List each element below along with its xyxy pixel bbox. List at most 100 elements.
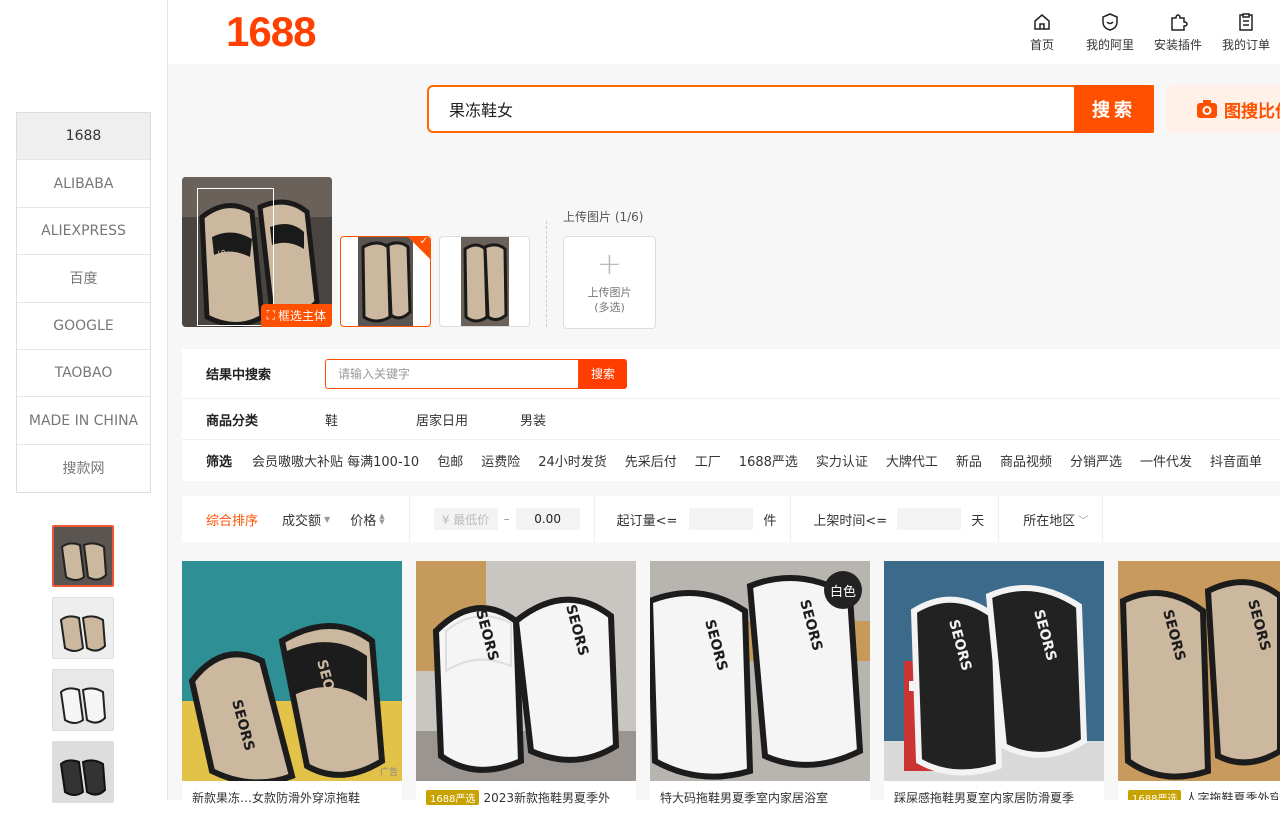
home-icon <box>1034 14 1050 30</box>
history-thumb[interactable] <box>52 669 114 731</box>
product-card[interactable]: SEORS SEORS 1688严选 人字拖鞋夏季外穿 <box>1118 561 1280 800</box>
keyword-input[interactable]: 请输入关键字 <box>325 358 579 389</box>
filter-tag[interactable]: 先采后付 <box>625 451 677 470</box>
sort-arrows-icon: ▲ ▼ <box>379 512 385 526</box>
sort-volume[interactable]: 成交额 ▼ <box>282 510 330 529</box>
search-box <box>427 85 1154 133</box>
ad-label: 广告 <box>379 768 398 778</box>
crop-subject-label: 框选主体 <box>277 309 326 323</box>
user-shield-icon <box>1102 13 1118 31</box>
nav-my-orders-label: 我的订单 <box>1221 38 1270 52</box>
product-card[interactable]: SEORS SEORS 广告 新款果冻…女款防滑外穿凉拖鞋 <box>182 561 402 805</box>
product-card[interactable]: SEORS SEORS 踩屎感拖鞋男夏室内家居防滑夏季 <box>884 561 1104 805</box>
search-input[interactable] <box>429 89 1059 129</box>
moq-input[interactable] <box>689 508 754 530</box>
filter-tag[interactable]: 会员嗷嗷大补贴 每满100-10 <box>252 451 419 470</box>
filter-tag[interactable]: 1688严选 <box>739 451 798 470</box>
site-logo[interactable]: 1688 <box>226 8 316 56</box>
cropped-subject-thumb[interactable]: ✓ <box>340 236 431 327</box>
filter-tag[interactable]: 抖音面单 <box>1210 451 1262 470</box>
filter-tag[interactable]: 一件代发 <box>1140 451 1192 470</box>
nav-my-ali[interactable]: 我的阿里 <box>1076 12 1144 53</box>
engine-made-in-china[interactable]: MADE IN CHINA <box>17 397 150 445</box>
sort-comprehensive[interactable]: 综合排序 <box>206 510 258 529</box>
product-title[interactable]: 特大码拖鞋男夏季室内家居浴室 <box>660 789 865 806</box>
nav-my-orders[interactable]: 我的订单 <box>1212 12 1280 53</box>
keyword-search-button[interactable]: 搜索 <box>579 358 627 389</box>
history-thumb[interactable] <box>52 525 114 587</box>
history-thumbnails <box>52 525 116 813</box>
image-compare-button[interactable]: 图搜比价 <box>1166 85 1280 133</box>
engine-alibaba[interactable]: ALIBABA <box>17 160 150 208</box>
nav-home-label: 首页 <box>1029 38 1054 52</box>
product-image[interactable]: SEORS SEORS <box>416 561 636 781</box>
caret-down-icon: ▼ <box>324 514 331 524</box>
search-in-results-row: 结果中搜索 请输入关键字 搜索 <box>182 349 1280 399</box>
sort-divider <box>1102 496 1104 542</box>
nav-home[interactable]: 首页 <box>1008 12 1076 53</box>
sort-divider <box>593 496 595 542</box>
checkmark-icon: ✓ <box>419 236 428 247</box>
listed-time-label: 上架时间<= <box>813 513 888 529</box>
image-search-row: SEORS ⛶ 框选主体 ✓ 上传图片 (1/6) + 上传图片 (多选) <box>182 177 1272 329</box>
filter-tag[interactable]: 包邮 <box>437 451 463 470</box>
query-image[interactable]: SEORS ⛶ 框选主体 <box>182 177 332 327</box>
upload-image-button[interactable]: + 上传图片 (多选) <box>563 236 656 329</box>
region-dropdown[interactable]: 所在地区 ﹀ <box>1023 510 1088 529</box>
filter-tag[interactable]: 工厂 <box>695 451 721 470</box>
engine-baidu[interactable]: 百度 <box>17 255 150 303</box>
filter-tag[interactable]: 实力认证 <box>816 451 868 470</box>
upload-button-label: 上传图片 <box>587 285 632 299</box>
filter-tag[interactable]: 新品 <box>956 451 982 470</box>
clipboard-icon <box>1239 13 1253 31</box>
product-image[interactable]: SEORS SEORS 白色 <box>650 561 870 781</box>
sort-price[interactable]: 价格 ▲ ▼ <box>350 510 384 529</box>
price-dash: – <box>503 512 510 526</box>
product-card[interactable]: SEORS SEORS 1688严选 2023新款拖鞋男夏季外 <box>416 561 636 805</box>
filter-tag[interactable]: 24小时发货 <box>538 451 607 470</box>
product-image[interactable]: SEORS SEORS <box>1118 561 1280 781</box>
category-label: 商品分类 <box>206 413 259 429</box>
nav-install-plugin-label: 安装插件 <box>1153 38 1202 52</box>
listed-time-input[interactable] <box>897 508 962 530</box>
engine-taobao[interactable]: TAOBAO <box>17 350 150 398</box>
product-title[interactable]: 踩屎感拖鞋男夏室内家居防滑夏季 <box>894 789 1099 806</box>
engine-google[interactable]: GOOGLE <box>17 303 150 350</box>
product-title[interactable]: 1688严选 人字拖鞋夏季外穿 <box>1128 789 1278 800</box>
filter-tag[interactable]: 分销严选 <box>1070 451 1122 470</box>
main-content: 1688 首页 我的阿里 安装插件 我的订单 搜索 图搜比价 <box>168 0 1280 805</box>
engine-1688[interactable]: 1688 <box>17 113 150 161</box>
filter-tag[interactable]: 大牌代工 <box>886 451 938 470</box>
crop-icon: ⛶ <box>266 308 275 322</box>
min-price-input[interactable]: ¥ 最低价 <box>433 508 498 530</box>
category-item[interactable]: 鞋 <box>325 410 338 429</box>
listed-time-unit: 天 <box>971 513 985 529</box>
engine-soukuan[interactable]: 搜款网 <box>17 445 150 492</box>
upload-divider <box>546 221 547 327</box>
moq-unit: 件 <box>763 513 777 529</box>
product-image[interactable]: SEORS SEORS 广告 <box>182 561 402 781</box>
puzzle-icon <box>1171 14 1188 31</box>
product-title[interactable]: 1688严选 2023新款拖鞋男夏季外 <box>426 789 631 806</box>
camera-icon <box>1197 100 1217 118</box>
max-price-input[interactable]: 0.00 <box>515 508 580 530</box>
category-item[interactable]: 男装 <box>520 410 546 429</box>
product-card[interactable]: SEORS SEORS 白色 特大码拖鞋男夏季室内家居浴室 <box>650 561 870 805</box>
product-title[interactable]: 新款果冻…女款防滑外穿凉拖鞋 <box>192 789 397 806</box>
plus-icon: + <box>596 246 623 282</box>
strict-select-badge: 1688严选 <box>426 790 480 805</box>
product-title-text: 2023新款拖鞋男夏季外 <box>483 791 610 805</box>
search-button[interactable]: 搜索 <box>1074 85 1154 133</box>
product-image[interactable]: SEORS SEORS <box>884 561 1104 781</box>
filter-tag[interactable]: 运费险 <box>481 451 520 470</box>
search-engine-list: 1688 ALIBABA ALIEXPRESS 百度 GOOGLE TAOBAO… <box>16 112 151 494</box>
chevron-down-icon: ﹀ <box>1078 515 1089 527</box>
crop-subject-button[interactable]: ⛶ 框选主体 <box>260 304 332 327</box>
filter-tag[interactable]: 商品视频 <box>1000 451 1052 470</box>
nav-install-plugin[interactable]: 安装插件 <box>1144 12 1212 53</box>
history-thumb[interactable] <box>52 597 114 659</box>
history-thumb[interactable] <box>52 741 114 803</box>
detected-subject-thumb[interactable] <box>439 236 530 327</box>
category-item[interactable]: 居家日用 <box>416 410 468 429</box>
engine-aliexpress[interactable]: ALIEXPRESS <box>17 208 150 256</box>
